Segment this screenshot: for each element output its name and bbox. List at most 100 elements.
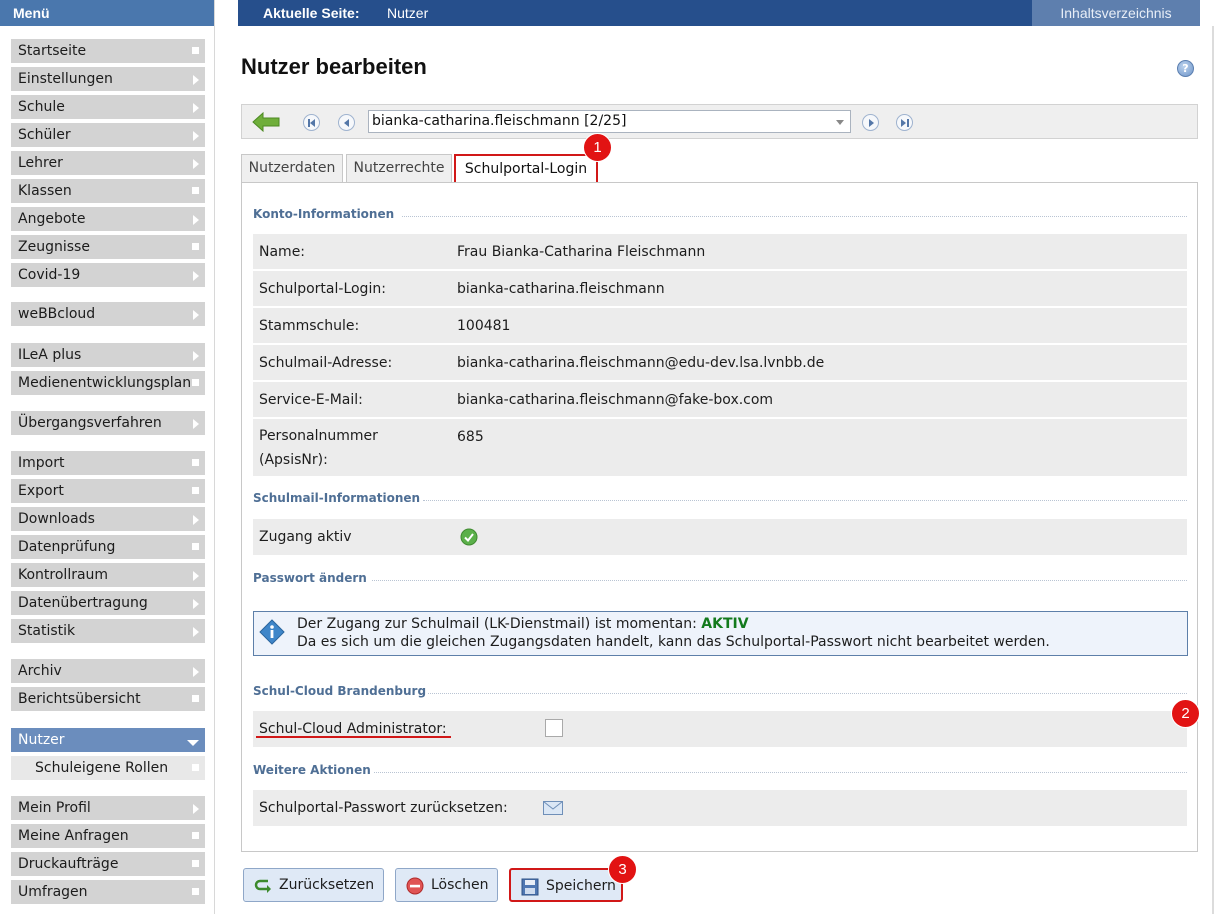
info-icon (259, 619, 285, 645)
chevron-right-icon (193, 103, 199, 113)
highlight-underline (256, 736, 451, 738)
sidebar-item-schuleigene-rollen[interactable]: Schuleigene Rollen (11, 756, 205, 780)
chevron-right-icon (193, 271, 199, 281)
row-label-line2: (ApsisNr): (259, 452, 328, 468)
square-icon (192, 47, 199, 54)
last-record-button[interactable] (896, 114, 913, 131)
sidebar-item-druckaufträge[interactable]: Druckaufträge (11, 852, 205, 876)
previous-record-button[interactable] (338, 114, 355, 131)
sidebar-item-lehrer[interactable]: Lehrer (11, 151, 205, 175)
row-label: Name: (259, 244, 306, 260)
undo-icon (254, 879, 271, 893)
section-passwort-title: Passwort ändern (253, 571, 367, 585)
annotation-marker: 3 (608, 855, 637, 884)
sidebar-item-label: Kontrollraum (18, 567, 109, 583)
reset-button[interactable]: Zurücksetzen (243, 868, 384, 902)
section-weitere-title: Weitere Aktionen (253, 763, 371, 777)
tab-nutzerrechte[interactable]: Nutzerrechte (346, 154, 452, 183)
menu-group: Startseite Einstellungen Schule Schüler Lehr… (11, 39, 205, 291)
square-icon (192, 187, 199, 194)
sidebar-item-meine-anfragen[interactable]: Meine Anfragen (11, 824, 205, 848)
reset-button-label: Zurücksetzen (279, 877, 375, 893)
table-of-contents-button[interactable]: Inhaltsverzeichnis (1032, 0, 1200, 26)
sidebar-item-kontrollraum[interactable]: Kontrollraum (11, 563, 205, 587)
sidebar-item-label: Statistik (18, 623, 76, 639)
sidebar-item-datenprüfung[interactable]: Datenprüfung (11, 535, 205, 559)
sidebar-item-übergangsverfahren[interactable]: Übergangsverfahren (11, 411, 205, 435)
sidebar-item-startseite[interactable]: Startseite (11, 39, 205, 63)
row-login: Schulportal-Login: bianka-catharina.flei… (253, 271, 1187, 306)
annotation-marker: 2 (1171, 699, 1200, 728)
row-stammschule: Stammschule: 100481 (253, 308, 1187, 343)
sidebar-item-covid-19[interactable]: Covid-19 (11, 263, 205, 287)
sidebar-item-webbcloud[interactable]: weBBcloud (11, 302, 205, 326)
sidebar-item-statistik[interactable]: Statistik (11, 619, 205, 643)
sidebar-item-import[interactable]: Import (11, 451, 205, 475)
chevron-right-icon (193, 804, 199, 814)
menu-group: Import Export Downloads Datenprüfung Kontrol… (11, 451, 205, 647)
cloud-admin-checkbox[interactable] (545, 719, 563, 737)
row-zugang-aktiv: Zugang aktiv (253, 519, 1187, 555)
sidebar-item-label: Umfragen (18, 884, 88, 900)
row-personalnummer: Personalnummer (ApsisNr): 685 (253, 419, 1187, 476)
sidebar-item-datenübertragung[interactable]: Datenübertragung (11, 591, 205, 615)
first-record-button[interactable] (303, 114, 320, 131)
sidebar-item-berichtsübersicht[interactable]: Berichtsübersicht (11, 687, 205, 711)
save-button[interactable]: Speichern (509, 868, 623, 902)
sidebar-item-downloads[interactable]: Downloads (11, 507, 205, 531)
info-line1-text: Der Zugang zur Schulmail (LK-Dienstmail)… (297, 616, 697, 632)
chevron-right-icon (193, 215, 199, 225)
sidebar-item-nutzer[interactable]: Nutzer (11, 728, 205, 752)
sidebar-item-mein-profil[interactable]: Mein Profil (11, 796, 205, 820)
sidebar-item-label: Export (18, 483, 64, 499)
annotation-marker: 1 (583, 133, 612, 162)
save-icon (521, 878, 539, 896)
row-value: 685 (457, 429, 484, 445)
square-icon (192, 764, 199, 771)
menu-group: ILeA plus Medienentwicklungsplan (11, 343, 205, 399)
sidebar-item-label: Datenübertragung (18, 595, 148, 611)
mail-icon[interactable] (543, 801, 563, 815)
section-konto-title: Konto-Informationen (253, 207, 395, 221)
back-arrow-icon[interactable] (252, 112, 282, 132)
sidebar-item-label: Nutzer (18, 732, 65, 748)
chevron-right-icon (193, 310, 199, 320)
section-divider (428, 693, 1187, 694)
row-value: Frau Bianka-Catharina Fleischmann (457, 244, 706, 260)
sidebar-item-export[interactable]: Export (11, 479, 205, 503)
row-label-line1: Personalnummer (259, 428, 378, 444)
sidebar-item-angebote[interactable]: Angebote (11, 207, 205, 231)
user-select[interactable]: bianka-catharina.fleischmann [2/25] (368, 110, 851, 133)
tab-nutzerdaten[interactable]: Nutzerdaten (241, 154, 343, 183)
square-icon (192, 695, 199, 702)
section-divider (423, 500, 1187, 501)
row-value: bianka-catharina.fleischmann@edu-dev.lsa… (457, 355, 825, 371)
square-icon (192, 379, 199, 386)
tab-schulportal-login[interactable]: Schulportal-Login (454, 154, 598, 184)
sidebar-item-schule[interactable]: Schule (11, 95, 205, 119)
chevron-right-icon (193, 159, 199, 169)
sidebar-item-label: Schule (18, 99, 65, 115)
sidebar-item-label: Schuleigene Rollen (35, 760, 169, 776)
row-label: Service-E-Mail: (259, 392, 363, 408)
row-cloud-admin: Schul-Cloud Administrator: (253, 711, 1187, 747)
chevron-right-icon (193, 515, 199, 525)
section-divider (402, 216, 1187, 217)
help-icon[interactable]: ? (1177, 60, 1194, 77)
delete-button[interactable]: Löschen (395, 868, 498, 902)
info-line2: Da es sich um die gleichen Zugangsdaten … (297, 634, 1050, 650)
sidebar-item-zeugnisse[interactable]: Zeugnisse (11, 235, 205, 259)
sidebar-item-umfragen[interactable]: Umfragen (11, 880, 205, 904)
next-record-button[interactable] (862, 114, 879, 131)
sidebar-item-archiv[interactable]: Archiv (11, 659, 205, 683)
sidebar-item-medienentwicklungsplan[interactable]: Medienentwicklungsplan (11, 371, 205, 395)
sidebar-item-klassen[interactable]: Klassen (11, 179, 205, 203)
section-schulmail-title: Schulmail-Informationen (253, 491, 421, 505)
square-icon (192, 243, 199, 250)
chevron-right-icon (193, 667, 199, 677)
sidebar-item-ilea-plus[interactable]: ILeA plus (11, 343, 205, 367)
sidebar-item-schüler[interactable]: Schüler (11, 123, 205, 147)
info-line1: Der Zugang zur Schulmail (LK-Dienstmail)… (297, 616, 749, 632)
sidebar-item-einstellungen[interactable]: Einstellungen (11, 67, 205, 91)
row-label: Schulportal-Login: (259, 281, 386, 297)
